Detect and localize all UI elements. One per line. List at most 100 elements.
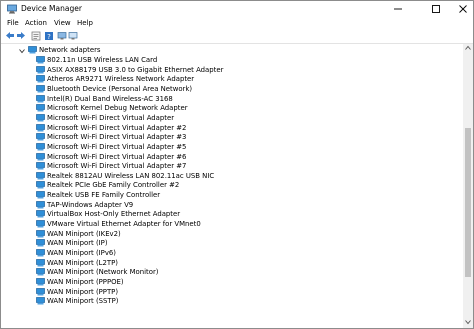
device-row[interactable]: Realtek USB FE Family Controller: [1, 191, 463, 201]
network-adapter-icon: [36, 239, 45, 247]
svg-text:?: ?: [47, 33, 51, 41]
minimize-button[interactable]: [383, 1, 413, 18]
device-label: WAN Miniport (L2TP): [47, 258, 118, 267]
device-label: WAN Miniport (SSTP): [47, 297, 119, 306]
device-row[interactable]: Microsoft Kernel Debug Network Adapter: [1, 104, 463, 114]
network-adapter-icon: [36, 104, 45, 112]
device-row[interactable]: Microsoft Wi-Fi Direct Virtual Adapter #…: [1, 162, 463, 172]
network-adapter-icon: [36, 171, 45, 180]
device-row[interactable]: Atheros AR9271 Wireless Network Adapter: [1, 75, 463, 85]
device-manager-app-icon: [7, 4, 17, 14]
forward-button[interactable]: [15, 31, 26, 42]
back-button[interactable]: [4, 31, 15, 42]
device-row[interactable]: WAN Miniport (IP): [1, 239, 463, 249]
device-row[interactable]: WAN Miniport (IKEv2): [1, 230, 463, 240]
device-row[interactable]: Realtek PCIe GbE Family Controller #2: [1, 181, 463, 191]
device-label: Microsoft Wi-Fi Direct Virtual Adapter: [47, 113, 175, 122]
network-adapter-icon: [36, 220, 45, 228]
device-row[interactable]: Microsoft Wi-Fi Direct Virtual Adapter #…: [1, 153, 463, 163]
scrollbar-thumb[interactable]: [465, 128, 471, 277]
network-adapter-icon: [28, 46, 37, 54]
device-label: Microsoft Wi-Fi Direct Virtual Adapter #…: [47, 152, 187, 161]
forward-arrow-icon: [16, 31, 26, 42]
device-row[interactable]: WAN Miniport (L2TP): [1, 259, 463, 269]
network-adapter-icon: [36, 85, 45, 93]
menu-file[interactable]: File: [7, 18, 19, 29]
device-label: Microsoft Wi-Fi Direct Virtual Adapter #…: [47, 123, 187, 132]
device-row[interactable]: Microsoft Wi-Fi Direct Virtual Adapter #…: [1, 124, 463, 134]
device-row[interactable]: Microsoft Wi-Fi Direct Virtual Adapter: [1, 114, 463, 124]
maximize-button[interactable]: [421, 1, 451, 18]
help-button[interactable]: ?: [43, 31, 54, 42]
network-adapter-icon: [36, 133, 45, 141]
network-adapter-icon: [36, 258, 45, 267]
device-label: Microsoft Wi-Fi Direct Virtual Adapter #…: [47, 162, 187, 171]
device-label: Intel(R) Dual Band Wireless-AC 3168: [47, 94, 173, 103]
network-adapter-icon: [36, 94, 45, 103]
network-adapter-icon: [36, 123, 45, 132]
network-adapter-icon: [36, 65, 45, 74]
device-label: Microsoft Wi-Fi Direct Virtual Adapter #…: [47, 142, 187, 151]
device-row[interactable]: Microsoft Wi-Fi Direct Virtual Adapter #…: [1, 143, 463, 153]
device-label: WAN Miniport (IKEv2): [47, 229, 121, 238]
monitor-icon: [68, 31, 78, 43]
network-adapter-icon: [36, 278, 45, 286]
menu-bar: File Action View Help: [1, 18, 473, 29]
collapse-chevron-icon[interactable]: [18, 46, 26, 55]
network-adapter-icon: [36, 200, 45, 209]
device-label: 802.11n USB Wireless LAN Card: [47, 56, 158, 64]
device-label: WAN Miniport (PPTP): [47, 287, 119, 296]
device-row[interactable]: 802.11n USB Wireless LAN Card: [1, 56, 463, 66]
scroll-up-button[interactable]: [463, 44, 473, 54]
device-row[interactable]: WAN Miniport (SSTP): [1, 297, 463, 307]
device-label: Microsoft Kernel Debug Network Adapter: [47, 104, 188, 113]
device-label: VMware Virtual Ethernet Adapter for VMne…: [47, 220, 201, 229]
device-label: WAN Miniport (IP): [47, 239, 108, 248]
network-adapter-icon: [36, 287, 45, 296]
network-adapter-icon: [36, 249, 45, 257]
minimize-icon: [393, 4, 403, 16]
device-row[interactable]: Realtek 8812AU Wireless LAN 802.11ac USB…: [1, 172, 463, 182]
device-label: Atheros AR9271 Wireless Network Adapter: [47, 75, 195, 84]
device-row[interactable]: ASIX AX88179 USB 3.0 to Gigabit Ethernet…: [1, 66, 463, 76]
scroll-down-arrow-icon: [464, 318, 472, 328]
properties-button[interactable]: [30, 31, 41, 42]
device-label: TAP-Windows Adapter V9: [47, 200, 134, 209]
menu-view[interactable]: View: [54, 18, 71, 29]
device-row[interactable]: VMware Virtual Ethernet Adapter for VMne…: [1, 220, 463, 230]
back-arrow-icon: [5, 31, 15, 42]
device-manager-window: Device Manager File Action View Help ? N…: [0, 0, 474, 329]
title-bar[interactable]: Device Manager: [1, 1, 473, 18]
device-row[interactable]: WAN Miniport (IPv6): [1, 249, 463, 259]
help-icon: ?: [44, 31, 54, 43]
device-label: WAN Miniport (IPv6): [47, 249, 116, 257]
device-label: Realtek PCIe GbE Family Controller #2: [47, 181, 180, 190]
device-row[interactable]: TAP-Windows Adapter V9: [1, 201, 463, 211]
network-adapter-icon: [36, 297, 45, 305]
window-title: Device Manager: [21, 4, 82, 13]
device-label: ASIX AX88179 USB 3.0 to Gigabit Ethernet…: [47, 65, 224, 74]
device-row[interactable]: Microsoft Wi-Fi Direct Virtual Adapter #…: [1, 133, 463, 143]
scan-hardware-button[interactable]: [56, 31, 67, 42]
network-adapter-icon: [36, 152, 45, 161]
close-button[interactable]: [448, 1, 473, 18]
device-tree[interactable]: Network adapters 802.11n USB Wireless LA…: [1, 44, 463, 328]
scroll-down-button[interactable]: [463, 318, 473, 328]
network-adapter-icon: [36, 114, 45, 122]
device-row[interactable]: VirtualBox Host-Only Ethernet Adapter: [1, 210, 463, 220]
category-network-adapters[interactable]: Network adapters: [1, 46, 463, 56]
device-row[interactable]: Intel(R) Dual Band Wireless-AC 3168: [1, 95, 463, 105]
menu-action[interactable]: Action: [25, 18, 47, 29]
device-row[interactable]: WAN Miniport (Network Monitor): [1, 268, 463, 278]
properties-icon: [31, 31, 41, 43]
monitor-button[interactable]: [67, 31, 78, 42]
menu-help[interactable]: Help: [77, 18, 93, 29]
scroll-up-arrow-icon: [464, 44, 472, 54]
toolbar: ?: [1, 30, 473, 44]
vertical-scrollbar[interactable]: [463, 44, 473, 328]
device-row[interactable]: Bluetooth Device (Personal Area Network): [1, 85, 463, 95]
category-label: Network adapters: [39, 46, 101, 54]
network-adapter-icon: [36, 181, 45, 189]
device-row[interactable]: WAN Miniport (PPTP): [1, 288, 463, 298]
device-row[interactable]: WAN Miniport (PPPOE): [1, 278, 463, 288]
